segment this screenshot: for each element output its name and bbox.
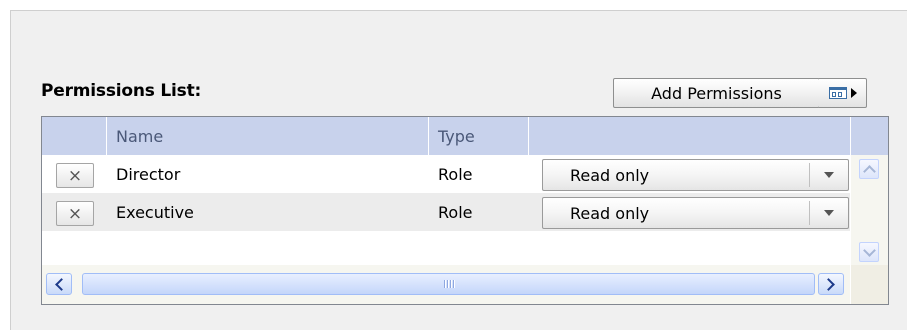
name-cell: Executive (116, 202, 194, 222)
scroll-up-button[interactable] (859, 159, 879, 179)
header-cell-access (529, 117, 851, 155)
select-divider (809, 201, 810, 225)
scrollbar-corner (851, 265, 888, 304)
column-chooser-button[interactable] (819, 78, 867, 108)
table-row: × Executive Role Read only (42, 193, 850, 231)
scroll-right-button[interactable] (818, 273, 844, 295)
triangle-right-icon (850, 88, 857, 98)
table-row: × Director Role Read only (42, 155, 850, 193)
chevron-down-icon (824, 172, 834, 178)
type-cell: Role (438, 202, 473, 222)
chevron-right-icon (822, 277, 835, 291)
section-title: Permissions List: (41, 81, 202, 101)
access-level-value: Read only (570, 203, 650, 223)
permissions-grid: Name Type × Director Role Read only × Ex… (41, 116, 889, 305)
chevron-up-icon (862, 165, 876, 178)
horizontal-scrollbar[interactable] (42, 265, 850, 304)
delete-row-button[interactable]: × (56, 163, 94, 188)
access-level-select[interactable]: Read only (542, 197, 849, 229)
columns-icon (828, 87, 847, 99)
grid-header: Name Type (42, 117, 888, 155)
delete-row-button[interactable]: × (56, 201, 94, 226)
type-cell: Role (438, 164, 473, 184)
grip-icon (449, 280, 451, 288)
add-permissions-button[interactable]: Add Permissions (613, 78, 820, 108)
header-cell-name[interactable]: Name (107, 117, 429, 155)
grip-icon (446, 280, 448, 288)
chevron-left-icon (55, 277, 68, 291)
scroll-left-button[interactable] (46, 273, 72, 295)
header-cell-type[interactable]: Type (429, 117, 529, 155)
header-cell-action (42, 117, 107, 155)
chevron-down-icon (824, 210, 834, 216)
access-level-value: Read only (570, 165, 650, 185)
grip-icon (452, 280, 454, 288)
grip-icon (443, 280, 445, 288)
scroll-down-button[interactable] (859, 242, 879, 262)
select-divider (809, 163, 810, 187)
chevron-down-icon (862, 243, 876, 257)
name-cell: Director (116, 164, 181, 184)
scroll-thumb[interactable] (82, 273, 815, 295)
access-level-select[interactable]: Read only (542, 159, 849, 191)
